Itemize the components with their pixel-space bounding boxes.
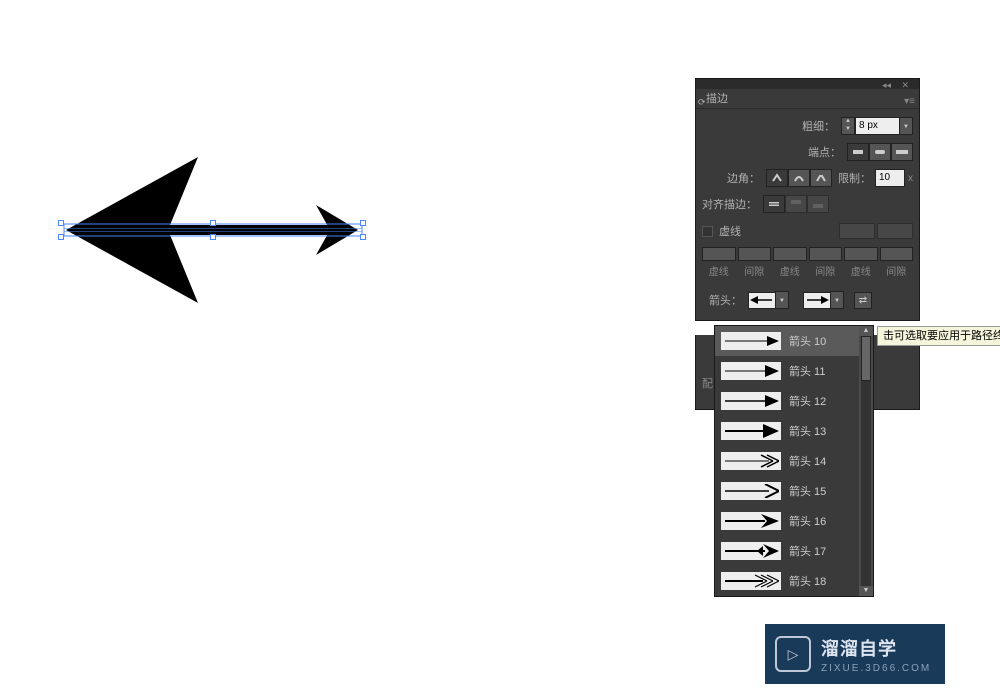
- arrow-swatch: [721, 512, 781, 530]
- cap-proj-button[interactable]: [891, 143, 913, 161]
- dropdown-scrollbar[interactable]: ▲ ▼: [859, 326, 873, 596]
- dash-input-6[interactable]: [880, 247, 914, 261]
- panel-title: 描边: [706, 93, 728, 105]
- watermark-text: 溜溜自学 ZIXUE.3D66.COM: [821, 635, 931, 674]
- corner-label: 边角：: [712, 170, 760, 186]
- arrow-swatch: [721, 572, 781, 590]
- limit-unit: x: [908, 173, 913, 184]
- cap-round-button[interactable]: [869, 143, 891, 161]
- start-arrow-preview: [748, 292, 776, 309]
- list-item[interactable]: 箭头 18: [715, 566, 873, 596]
- list-item[interactable]: 箭头 15: [715, 476, 873, 506]
- scroll-down-icon[interactable]: ▼: [859, 586, 873, 596]
- artwork-arrow[interactable]: [58, 155, 368, 305]
- start-arrow-dropdown[interactable]: ▼: [748, 291, 789, 309]
- cycle-icon[interactable]: ⟳: [698, 92, 706, 112]
- end-arrow-dropdown[interactable]: ▼: [803, 291, 844, 309]
- dash-preserve-button[interactable]: [839, 223, 875, 239]
- stroke-panel: ◂◂ ✕ ⟳ 描边 ▾≡ 粗细： ▲▼ 8 px ▼ 端点： 边角：: [695, 78, 920, 321]
- end-arrow-preview: [803, 292, 831, 309]
- start-arrow-dd-icon[interactable]: ▼: [775, 291, 789, 309]
- cap-butt-button[interactable]: [847, 143, 869, 161]
- align-label: 对齐描边：: [702, 196, 757, 212]
- dash-row: 虚线: [702, 219, 913, 243]
- limit-input[interactable]: 10: [875, 169, 905, 187]
- dash-checkbox[interactable]: [702, 226, 713, 237]
- list-item[interactable]: 箭头 10: [715, 326, 873, 356]
- dash-label: 虚线: [719, 223, 741, 239]
- panel-title-bar: ⟳ 描边 ▾≡: [696, 89, 919, 109]
- panel-menu-icon[interactable]: ▾≡: [904, 92, 915, 112]
- corner-row: 边角： 限制： 10 x: [702, 167, 913, 189]
- list-item[interactable]: 箭头 17: [715, 536, 873, 566]
- weight-row: 粗细： ▲▼ 8 px ▼: [702, 115, 913, 137]
- align-outside-button[interactable]: [807, 195, 829, 213]
- play-icon: ▷: [775, 636, 811, 672]
- arrow-swatch: [721, 452, 781, 470]
- watermark-url: ZIXUE.3D66.COM: [821, 663, 931, 674]
- join-bevel-button[interactable]: [810, 169, 832, 187]
- list-item[interactable]: 箭头 14: [715, 446, 873, 476]
- dash-input-2[interactable]: [738, 247, 772, 261]
- dash-input-3[interactable]: [773, 247, 807, 261]
- arrowhead-row: 箭头： ▼ ▼ ⇄: [702, 288, 913, 312]
- watermark-title: 溜溜自学: [821, 635, 931, 661]
- weight-label: 粗细：: [787, 118, 835, 134]
- align-row: 对齐描边：: [702, 193, 913, 215]
- arrow-swatch: [721, 362, 781, 380]
- cap-label: 端点：: [793, 144, 841, 160]
- arrowhead-label: 箭头：: [702, 292, 742, 308]
- weight-dropdown-icon[interactable]: ▼: [899, 117, 913, 135]
- arrow-swatch: [721, 422, 781, 440]
- dash-grid: 虚线 间隙 虚线 间隙 虚线 间隙: [702, 247, 913, 278]
- align-inside-button[interactable]: [785, 195, 807, 213]
- arrow-swatch: [721, 482, 781, 500]
- scroll-thumb[interactable]: [861, 336, 871, 381]
- join-miter-button[interactable]: [766, 169, 788, 187]
- align-center-button[interactable]: [763, 195, 785, 213]
- join-round-button[interactable]: [788, 169, 810, 187]
- scale-right: [910, 377, 913, 389]
- limit-label: 限制：: [838, 170, 871, 186]
- arrow-swatch: [721, 332, 781, 350]
- scale-label: 配: [702, 375, 713, 391]
- cap-row: 端点：: [702, 141, 913, 163]
- tooltip: 击可选取要应用于路径终: [877, 326, 1000, 346]
- list-item[interactable]: 箭头 11: [715, 356, 873, 386]
- arrow-swatch: [721, 542, 781, 560]
- swap-arrows-button[interactable]: ⇄: [854, 292, 872, 309]
- list-item[interactable]: 箭头 12: [715, 386, 873, 416]
- weight-input[interactable]: 8 px: [855, 117, 900, 135]
- panel-tabbar: ◂◂ ✕: [696, 79, 919, 89]
- weight-stepper[interactable]: ▲▼: [841, 117, 855, 135]
- dash-input-1[interactable]: [702, 247, 736, 261]
- dash-input-4[interactable]: [809, 247, 843, 261]
- list-item[interactable]: 箭头 16: [715, 506, 873, 536]
- arrowhead-dropdown-list[interactable]: 箭头 10 箭头 11 箭头 12 箭头 13 箭头 14 箭头 15 箭头 1…: [714, 325, 874, 597]
- arrow-swatch: [721, 392, 781, 410]
- dash-input-5[interactable]: [844, 247, 878, 261]
- end-arrow-dd-icon[interactable]: ▼: [830, 291, 844, 309]
- list-item[interactable]: 箭头 13: [715, 416, 873, 446]
- dash-align-button[interactable]: [877, 223, 913, 239]
- scroll-up-icon[interactable]: ▲: [859, 326, 873, 336]
- watermark-badge: ▷ 溜溜自学 ZIXUE.3D66.COM: [765, 624, 945, 684]
